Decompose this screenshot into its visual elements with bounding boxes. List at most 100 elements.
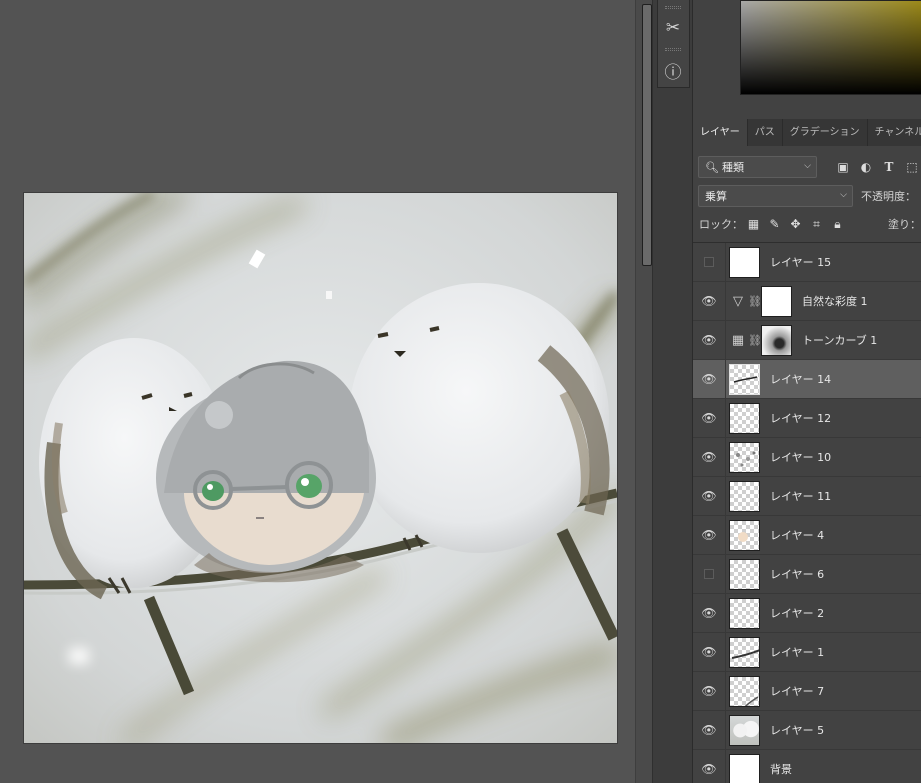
canvas-workspace[interactable]	[0, 0, 635, 783]
eye-icon: 👁︎	[701, 450, 717, 464]
image-filter-icon[interactable]: ▣	[835, 159, 851, 175]
tab-channels[interactable]: チャンネル	[868, 119, 921, 146]
artwork-birds-on-branch	[24, 193, 617, 743]
layer-row[interactable]: 👁︎ レイヤー 7	[693, 671, 921, 711]
visibility-toggle[interactable]: 👁︎	[693, 593, 726, 633]
layer-name: 自然な彩度 1	[802, 295, 868, 308]
eye-icon: 👁︎	[701, 723, 717, 737]
tab-paths[interactable]: パス	[748, 119, 783, 146]
visibility-toggle[interactable]	[693, 554, 726, 594]
layer-row[interactable]: 👁︎ レイヤー 10	[693, 437, 921, 477]
collapsed-panel-strip: ✂ ⓘ	[652, 0, 692, 783]
layer-thumbnail	[729, 636, 760, 668]
layer-name: レイヤー 4	[770, 529, 825, 542]
layer-thumbnail	[729, 675, 760, 707]
adjustment-filter-icon[interactable]: ◐	[858, 159, 874, 175]
layer-row[interactable]: 👁︎ レイヤー 14	[693, 359, 921, 399]
visibility-toggle[interactable]: 👁︎	[693, 515, 726, 555]
lock-transparent-icon[interactable]: ▦	[745, 215, 762, 233]
lock-all-icon[interactable]: 🔒︎	[829, 215, 846, 233]
hidden-box-icon	[704, 569, 714, 579]
layer-thumbnail	[729, 714, 760, 746]
blend-row: 乗算 ⌵ 不透明度：	[693, 184, 921, 208]
visibility-toggle[interactable]: 👁︎	[693, 320, 726, 360]
layer-name: レイヤー 11	[770, 490, 832, 503]
vibrance-adjustment-icon: ▽	[733, 293, 743, 309]
layer-mask-thumbnail	[761, 285, 792, 317]
curves-adjustment-icon: ▦	[731, 332, 745, 348]
layer-thumbnail	[729, 480, 760, 512]
lock-label: ロック：	[699, 218, 743, 231]
lock-brush-icon[interactable]: ✎	[766, 215, 783, 233]
panel-grip[interactable]	[665, 48, 681, 51]
document-canvas[interactable]	[24, 193, 617, 743]
layer-row[interactable]: 👁︎ レイヤー 4	[693, 515, 921, 555]
lock-artboard-icon[interactable]: ⌗	[808, 215, 825, 233]
layer-name: レイヤー 1	[770, 646, 825, 659]
layers-panel-tabs: レイヤー パス グラデーション チャンネル	[693, 119, 921, 146]
visibility-toggle[interactable]: 👁︎	[693, 671, 726, 711]
layer-thumbnail	[729, 753, 760, 783]
panel-grip[interactable]	[665, 6, 681, 9]
eye-icon: 👁︎	[701, 762, 717, 776]
eye-icon: 👁︎	[701, 684, 717, 698]
type-filter-icon[interactable]: T	[881, 159, 897, 175]
layer-row[interactable]: レイヤー 6	[693, 554, 921, 594]
scrollbar-thumb[interactable]	[642, 4, 652, 266]
layer-thumbnail	[729, 558, 760, 590]
chevron-down-icon: ⌵	[840, 190, 847, 200]
link-chain-icon[interactable]: ⛓	[748, 295, 762, 308]
eye-icon: 👁︎	[701, 528, 717, 542]
layer-name: 背景	[770, 763, 792, 776]
tab-gradients[interactable]: グラデーション	[783, 119, 868, 146]
link-chain-icon[interactable]: ⛓	[748, 334, 762, 347]
layer-row[interactable]: 👁︎ レイヤー 5	[693, 710, 921, 750]
visibility-toggle[interactable]: 👁︎	[693, 281, 726, 321]
info-icon[interactable]: ⓘ	[657, 55, 689, 85]
layer-row[interactable]: レイヤー 15	[693, 242, 921, 282]
visibility-toggle[interactable]: 👁︎	[693, 398, 726, 438]
layer-row[interactable]: 👁︎ レイヤー 1	[693, 632, 921, 672]
layer-list[interactable]: レイヤー 15 👁︎ ▽ ⛓ 自然な彩度 1 👁︎ ▦ ⛓ トーンカーブ 1 👁…	[693, 242, 921, 783]
visibility-toggle[interactable]	[693, 242, 726, 282]
layer-name: レイヤー 6	[770, 568, 825, 581]
layer-thumbnail	[729, 519, 760, 551]
layer-row[interactable]: 👁︎ レイヤー 11	[693, 476, 921, 516]
eye-icon: 👁︎	[701, 411, 717, 425]
search-icon: 🔍︎	[705, 160, 719, 174]
layer-row[interactable]: 👁︎ ▽ ⛓ 自然な彩度 1	[693, 281, 921, 321]
tab-layers[interactable]: レイヤー	[693, 119, 748, 146]
layer-row[interactable]: 👁︎ 背景	[693, 749, 921, 783]
layer-name: レイヤー 12	[770, 412, 832, 425]
eye-icon: 👁︎	[701, 294, 717, 308]
layer-name: レイヤー 7	[770, 685, 825, 698]
visibility-toggle[interactable]: 👁︎	[693, 476, 726, 516]
visibility-toggle[interactable]: 👁︎	[693, 437, 726, 477]
color-picker-field[interactable]	[740, 0, 921, 95]
visibility-toggle[interactable]: 👁︎	[693, 632, 726, 672]
lock-move-icon[interactable]: ✥	[787, 215, 804, 233]
visibility-toggle[interactable]: 👁︎	[693, 749, 726, 783]
workspace-vertical-scrollbar[interactable]	[635, 0, 652, 783]
filter-kind-dropdown[interactable]: 🔍︎ 種類 ⌵	[698, 156, 817, 178]
layer-row[interactable]: 👁︎ ▦ ⛓ トーンカーブ 1	[693, 320, 921, 360]
layer-name: レイヤー 10	[770, 451, 832, 464]
adjust-tools-icon[interactable]: ✂	[657, 13, 689, 43]
shape-filter-icon[interactable]: ⬚	[904, 159, 920, 175]
layer-row[interactable]: 👁︎ レイヤー 2	[693, 593, 921, 633]
layer-thumbnail	[729, 363, 760, 395]
blend-mode-dropdown[interactable]: 乗算 ⌵	[698, 185, 853, 207]
visibility-toggle[interactable]: 👁︎	[693, 359, 726, 399]
layer-name: レイヤー 2	[770, 607, 825, 620]
layer-thumbnail	[729, 246, 760, 278]
layer-row[interactable]: 👁︎ レイヤー 12	[693, 398, 921, 438]
layer-filter-row: 🔍︎ 種類 ⌵ ▣ ◐ T ⬚	[693, 155, 921, 179]
eye-icon: 👁︎	[701, 333, 717, 347]
right-panel: レイヤー パス グラデーション チャンネル 🔍︎ 種類 ⌵ ▣ ◐ T ⬚ 乗算…	[692, 0, 921, 783]
fill-label: 塗り：	[888, 218, 921, 231]
layer-name: レイヤー 14	[770, 373, 832, 386]
visibility-toggle[interactable]: 👁︎	[693, 710, 726, 750]
layer-thumbnail	[729, 402, 760, 434]
chevron-down-icon: ⌵	[804, 161, 811, 171]
layer-name: トーンカーブ 1	[802, 334, 878, 347]
